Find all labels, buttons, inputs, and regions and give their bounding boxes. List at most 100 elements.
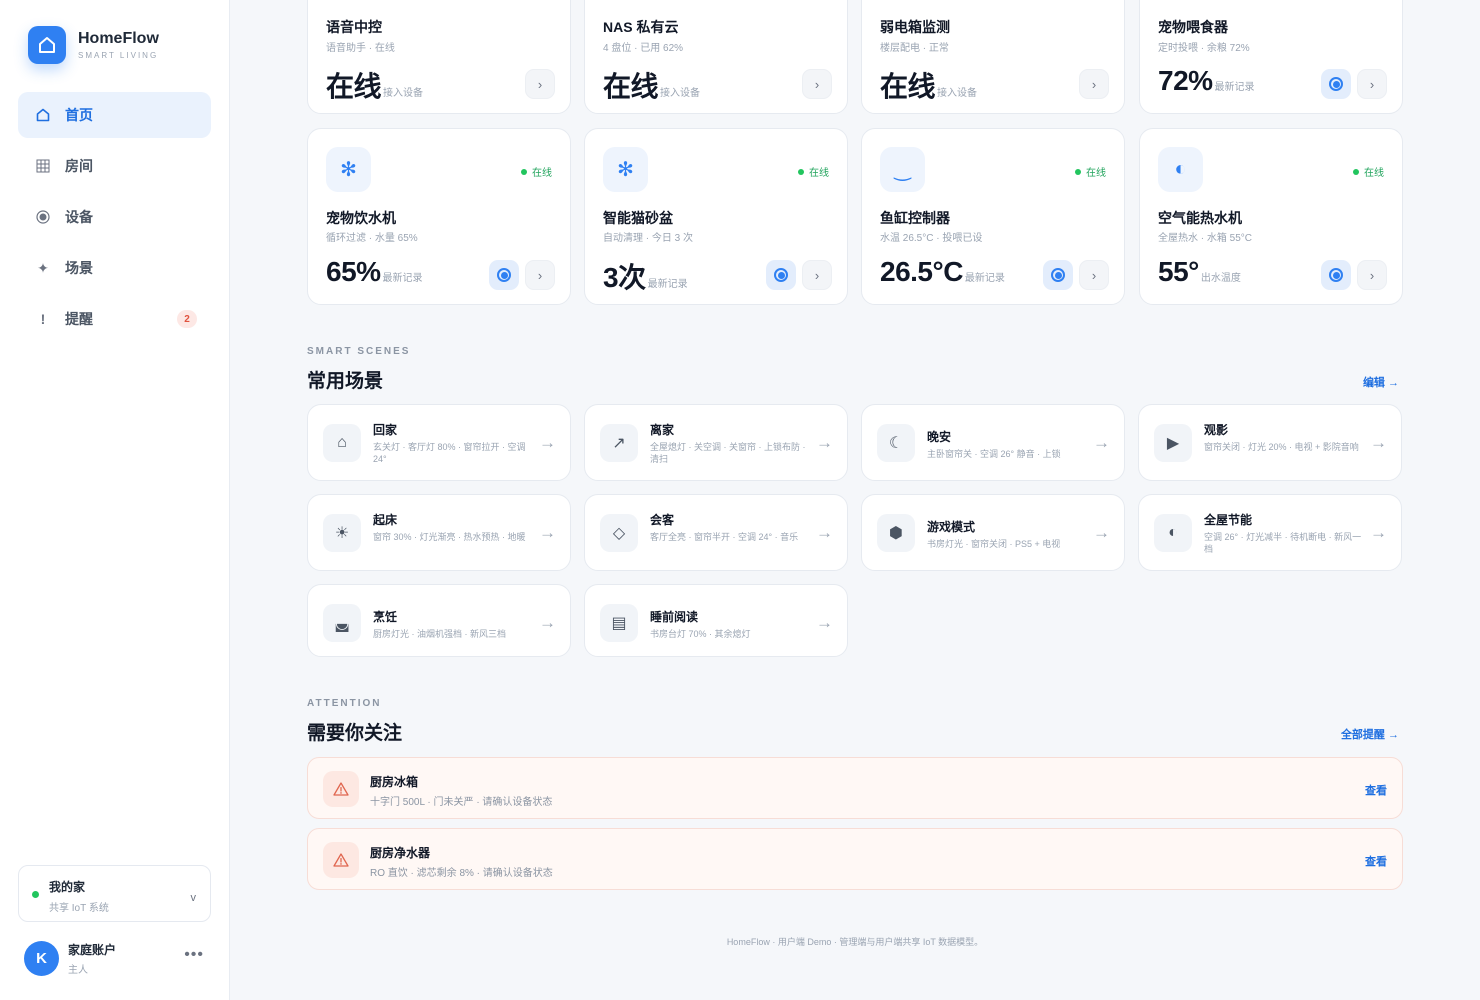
arrow-right-icon[interactable]: → — [539, 523, 556, 543]
more-icon[interactable]: ••• — [184, 946, 204, 964]
scene-card[interactable]: ↗ 离家 全屋熄灯 · 关空调 · 关窗帘 · 上锁布防 · 清扫 → — [584, 404, 848, 481]
account-panel[interactable]: K 家庭账户 主人 ••• — [24, 940, 204, 976]
power-toggle-button[interactable] — [1321, 260, 1351, 290]
device-card[interactable]: NAS 私有云 4 盘位 · 已用 62% 在线 接入设备 › — [584, 0, 848, 114]
chevron-right-icon[interactable]: › — [525, 260, 555, 290]
chevron-right-icon[interactable]: › — [1357, 69, 1387, 99]
device-card[interactable]: ✻ 在线 智能猫砂盆 自动清理 · 今日 3 次 3次 最新记录 › — [584, 128, 848, 305]
chevron-right-icon[interactable]: › — [802, 69, 832, 99]
scene-card[interactable]: ☾ 晚安 主卧窗帘关 · 空调 26° 静音 · 上锁 → — [861, 404, 1125, 481]
sidebar-item-scenes[interactable]: ✦ 场景 — [18, 245, 211, 291]
section-eyebrow: SMART SCENES — [307, 346, 411, 357]
power-icon — [1329, 268, 1343, 282]
power-toggle-button[interactable] — [1043, 260, 1073, 290]
sidebar-item-alerts[interactable]: ! 提醒 2 — [18, 296, 211, 342]
device-subtitle: 语音助手 · 在线 — [326, 43, 395, 54]
hexagon-icon: ⬢ — [877, 514, 915, 552]
chevron-right-icon[interactable]: › — [1079, 260, 1109, 290]
scene-card[interactable]: ▶ 观影 窗帘关闭 · 灯光 20% · 电视 + 影院音响 → — [1138, 404, 1402, 481]
arrow-right-icon[interactable]: → — [816, 613, 833, 633]
device-name: 宠物饮水机 — [326, 210, 396, 226]
device-name: 智能猫砂盆 — [603, 210, 673, 226]
device-card[interactable]: 弱电箱监测 楼层配电 · 正常 在线 接入设备 › — [861, 0, 1125, 114]
device-subtitle: 循环过滤 · 水量 65% — [326, 233, 418, 244]
home-name: 我的家 — [49, 880, 86, 894]
alert-item[interactable]: 厨房冰箱 十字门 500L · 门未关严 · 请确认设备状态 查看 — [307, 757, 1403, 819]
alert-title: 厨房净水器 — [370, 846, 431, 860]
sidebar-item-devices[interactable]: 设备 — [18, 194, 211, 240]
scene-description: 厨房灯光 · 油烟机强档 · 新风三档 — [373, 629, 506, 639]
device-card[interactable]: ✻ 在线 宠物饮水机 循环过滤 · 水量 65% 65% 最新记录 › — [307, 128, 571, 305]
power-toggle-button[interactable] — [489, 260, 519, 290]
sidebar-item-rooms[interactable]: 房间 — [18, 143, 211, 189]
device-subtitle: 4 盘位 · 已用 62% — [603, 43, 684, 54]
scene-description: 窗帘关闭 · 灯光 20% · 电视 + 影院音响 — [1204, 442, 1359, 452]
scene-description: 窗帘 30% · 灯光渐亮 · 热水预热 · 地暖 — [373, 532, 526, 542]
cooking-icon: ◛ — [323, 604, 361, 642]
chevron-right-icon[interactable]: › — [1079, 69, 1109, 99]
avatar: K — [24, 940, 59, 976]
arrow-right-icon[interactable]: → — [1370, 523, 1387, 543]
scene-card[interactable]: ◐ 全屋节能空调 26° · 灯光减半 · 待机断电 · 新风一档 → — [1138, 494, 1402, 571]
arrow-right-icon[interactable]: → — [1370, 433, 1387, 453]
scene-card[interactable]: ☀ 起床 窗帘 30% · 灯光渐亮 · 热水预热 · 地暖 → — [307, 494, 571, 571]
device-subtitle: 定时投喂 · 余粮 72% — [1158, 43, 1250, 54]
chevron-right-icon[interactable]: › — [525, 69, 555, 99]
device-icon — [34, 210, 52, 224]
online-status-dot — [32, 891, 39, 898]
scene-name: 会客 — [650, 513, 675, 527]
sidebar-item-label: 设备 — [65, 209, 93, 225]
arrow-right-icon[interactable]: → — [816, 523, 833, 543]
grid-icon — [34, 159, 52, 173]
half-circle-icon: ◐ — [1154, 514, 1192, 552]
footer: HomeFlow · 用户端 Demo · 管理端与用户端共享 IoT 数据模型… — [726, 937, 984, 947]
chevron-right-icon[interactable]: › — [802, 260, 832, 290]
edit-scenes-link[interactable]: 编辑 → — [1363, 374, 1399, 390]
sidebar-item-home[interactable]: 首页 — [18, 92, 211, 138]
device-card[interactable]: 宠物喂食器 定时投喂 · 余粮 72% 72% 最新记录 › — [1139, 0, 1403, 114]
device-subtitle: 全屋热水 · 水箱 55°C — [1158, 233, 1253, 244]
scene-name: 全屋节能 — [1204, 513, 1253, 527]
chevron-right-icon[interactable]: › — [1357, 260, 1387, 290]
sidebar-item-label: 提醒 — [65, 311, 93, 327]
power-toggle-button[interactable] — [1321, 69, 1351, 99]
device-card[interactable]: ‿ 在线 鱼缸控制器 水温 26.5°C · 投喂已设 26.5°C 最新记录 › — [861, 128, 1125, 305]
scene-name: 烹饪 — [373, 610, 398, 624]
scene-description: 客厅全亮 · 窗帘半开 · 空调 24° · 音乐 — [650, 532, 799, 542]
view-alert-link[interactable]: 查看 — [1365, 853, 1387, 869]
scene-card[interactable]: ⌂ 回家 玄关灯 · 客厅灯 80% · 窗帘拉开 · 空调 24° → — [307, 404, 571, 481]
scene-description: 书房灯光 · 窗帘关闭 · PS5 + 电视 — [927, 539, 1061, 549]
power-icon — [497, 268, 511, 282]
arrow-right-icon[interactable]: → — [1093, 433, 1110, 453]
view-alert-link[interactable]: 查看 — [1365, 782, 1387, 798]
device-value: 在线 接入设备 — [326, 71, 424, 102]
scene-card[interactable]: ⬢ 游戏模式 书房灯光 · 窗帘关闭 · PS5 + 电视 → — [861, 494, 1125, 571]
alert-description: RO 直饮 · 滤芯剩余 8% · 请确认设备状态 — [370, 868, 553, 879]
arrow-right-icon[interactable]: → — [539, 613, 556, 633]
all-alerts-link[interactable]: 全部提醒 → — [1341, 726, 1399, 742]
section-eyebrow: ATTENTION — [307, 698, 382, 709]
device-name: 语音中控 — [326, 19, 382, 35]
home-switcher[interactable]: 我的家 共享 IoT 系统 v — [18, 865, 211, 922]
power-toggle-button[interactable] — [766, 260, 796, 290]
device-card[interactable]: 语音中控 语音助手 · 在线 在线 接入设备 › — [307, 0, 571, 114]
brand[interactable]: HomeFlow SMART LIVING — [28, 26, 159, 64]
brand-subtitle: SMART LIVING — [78, 51, 159, 60]
scene-card[interactable]: ▤ 睡前阅读 书房台灯 70% · 其余熄灯 → — [584, 584, 848, 657]
arrow-right-icon[interactable]: → — [539, 433, 556, 453]
scene-card[interactable]: ◇ 会客客厅全亮 · 窗帘半开 · 空调 24° · 音乐 → — [584, 494, 848, 571]
arrow-right-icon[interactable]: → — [816, 433, 833, 453]
arrow-right-icon[interactable]: → — [1093, 523, 1110, 543]
wave-icon: ‿ — [880, 147, 925, 192]
alert-item[interactable]: 厨房净水器 RO 直饮 · 滤芯剩余 8% · 请确认设备状态 查看 — [307, 828, 1403, 890]
scene-card[interactable]: ◛ 烹饪厨房灯光 · 油烟机强档 · 新风三档 → — [307, 584, 571, 657]
home-subtitle: 共享 IoT 系统 — [49, 903, 109, 914]
scene-description: 空调 26° · 灯光减半 · 待机断电 · 新风一档 — [1204, 532, 1362, 554]
brand-title: HomeFlow — [78, 30, 159, 47]
device-card[interactable]: ◐ 在线 空气能热水机 全屋热水 · 水箱 55°C 55° 出水温度 › — [1139, 128, 1403, 305]
scene-description: 书房台灯 70% · 其余熄灯 — [650, 629, 751, 639]
home-icon — [34, 108, 52, 122]
device-value: 55° 出水温度 — [1158, 256, 1241, 287]
scene-name: 睡前阅读 — [650, 610, 699, 624]
diamond-icon: ◇ — [600, 514, 638, 552]
